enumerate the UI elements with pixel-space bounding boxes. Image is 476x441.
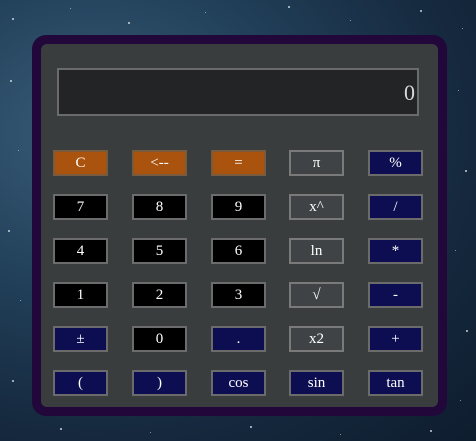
digit-9-button[interactable]: 9 [211,194,266,220]
percent-button[interactable]: % [368,150,423,176]
digit-1-button[interactable]: 1 [53,282,108,308]
minus-button[interactable]: - [368,282,423,308]
pi-button[interactable]: π [289,150,344,176]
equals-button[interactable]: = [211,150,266,176]
calculator-display: 0 [57,68,419,116]
calculator-panel: 0 C <-- = π % 7 8 9 x^ / 4 5 6 ln * 1 2 … [41,44,438,407]
decimal-button[interactable]: . [211,326,266,352]
digit-8-button[interactable]: 8 [132,194,187,220]
calculator-frame: 0 C <-- = π % 7 8 9 x^ / 4 5 6 ln * 1 2 … [32,35,447,416]
ln-button[interactable]: ln [289,238,344,264]
plus-button[interactable]: + [368,326,423,352]
square-button[interactable]: x2 [289,326,344,352]
digit-6-button[interactable]: 6 [211,238,266,264]
divide-button[interactable]: / [368,194,423,220]
digit-3-button[interactable]: 3 [211,282,266,308]
tan-button[interactable]: tan [368,370,423,396]
digit-5-button[interactable]: 5 [132,238,187,264]
plus-minus-button[interactable]: ± [53,326,108,352]
backspace-button[interactable]: <-- [132,150,187,176]
display-value: 0 [404,80,415,105]
cos-button[interactable]: cos [211,370,266,396]
sqrt-button[interactable]: √ [289,282,344,308]
digit-0-button[interactable]: 0 [132,326,187,352]
multiply-button[interactable]: * [368,238,423,264]
digit-2-button[interactable]: 2 [132,282,187,308]
close-paren-button[interactable]: ) [132,370,187,396]
power-button[interactable]: x^ [289,194,344,220]
open-paren-button[interactable]: ( [53,370,108,396]
digit-4-button[interactable]: 4 [53,238,108,264]
clear-button[interactable]: C [53,150,108,176]
digit-7-button[interactable]: 7 [53,194,108,220]
sin-button[interactable]: sin [289,370,344,396]
